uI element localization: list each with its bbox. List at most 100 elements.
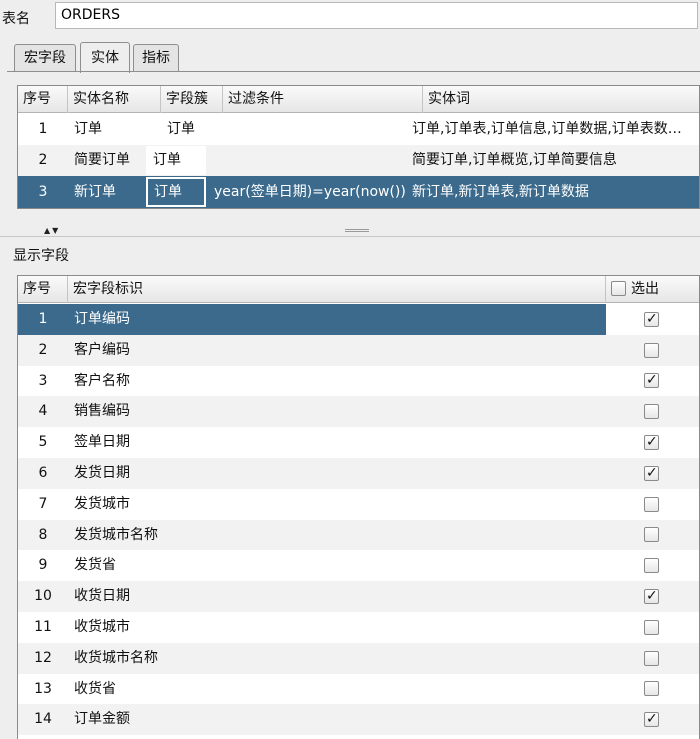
row-field-name: 收货省 (74, 680, 116, 697)
check-icon: ✓ (646, 588, 658, 605)
tab-entity[interactable]: 实体 (80, 42, 130, 73)
row-field-name: 收货城市 (74, 619, 130, 635)
row-entity-words: 简要订单,订单概览,订单简要信息 (412, 152, 617, 168)
table-row[interactable]: 7 发货城市 (18, 489, 699, 520)
row-seq: 1 (18, 304, 68, 335)
col-select-out[interactable]: 选出 (606, 276, 699, 303)
row-field-name: 发货城市 (74, 495, 130, 512)
row-field-name: 发货城市名称 (74, 526, 158, 543)
check-icon: ✓ (646, 464, 658, 481)
row-field-name: 销售编码 (74, 403, 130, 420)
entity-table-header: 序号 实体名称 字段簇 过滤条件 实体词 (18, 86, 699, 113)
checkbox-checked[interactable]: ✓ (644, 372, 659, 389)
row-field-name: 发货日期 (74, 465, 130, 481)
row-seq: 5 (38, 434, 48, 451)
display-fields-header: 序号 宏字段标识 选出 (18, 276, 699, 303)
table-row[interactable]: 11 收货城市 (18, 612, 699, 643)
tab-metrics[interactable]: 指标 (133, 44, 179, 72)
table-row[interactable]: 5 签单日期 ✓ (18, 427, 699, 458)
row-seq: 9 (38, 557, 48, 574)
table-row[interactable]: 2 客户编码 (18, 334, 699, 366)
collapse-arrows-icon[interactable]: ▲▼ (44, 226, 60, 235)
checkbox-unchecked[interactable] (644, 681, 659, 697)
checkbox-unchecked[interactable] (644, 650, 659, 666)
col-filter[interactable]: 过滤条件 (223, 86, 423, 113)
table-name-label: 表名 (2, 11, 30, 27)
checkbox-unchecked[interactable] (644, 527, 659, 543)
col-field-group[interactable]: 字段簇 (161, 86, 223, 113)
row-seq: 12 (34, 649, 52, 666)
select-all-checkbox[interactable] (611, 281, 626, 296)
table-row[interactable]: 13 收货省 (18, 674, 699, 705)
checkbox-checked[interactable]: ✓ (644, 310, 659, 327)
row-seq: 2 (38, 341, 48, 358)
row-field-name: 订单编码 (68, 304, 606, 335)
splitter-line (0, 236, 700, 237)
row-seq: 6 (38, 465, 48, 481)
table-row[interactable]: 8 发货城市名称 (18, 519, 699, 551)
tab-panel-border (7, 71, 700, 72)
row-entity-name: 订单 (74, 121, 102, 137)
col-seq[interactable]: 序号 (18, 86, 68, 113)
table-name-input[interactable]: ORDERS (55, 2, 698, 29)
row-entity-name: 新订单 (74, 184, 116, 200)
checkbox-checked[interactable]: ✓ (644, 588, 659, 605)
table-row[interactable]: 3 客户名称 ✓ (18, 366, 699, 397)
row-field-name: 订单金额 (74, 711, 130, 728)
checkbox-unchecked[interactable] (644, 496, 659, 512)
table-row[interactable]: 14 订单金额 ✓ (18, 704, 699, 736)
row-seq: 7 (38, 495, 48, 512)
display-fields-table: 序号 宏字段标识 选出 1 订单编码 ✓ 2 客户编码 3 客户名称 ✓ 4 销售编码 5 签单日期 ✓… (17, 275, 700, 739)
row-field-group: 订单 (146, 146, 206, 175)
check-icon: ✓ (646, 434, 658, 451)
col-macro-field-id[interactable]: 宏字段标识 (68, 276, 606, 303)
col-seq[interactable]: 序号 (18, 276, 68, 303)
table-row-selected[interactable]: 1 订单编码 ✓ (18, 304, 699, 335)
table-row[interactable]: 12 收货城市名称 (18, 642, 699, 674)
col-select-out-label: 选出 (631, 281, 659, 297)
tab-macro-fields[interactable]: 宏字段 (14, 44, 76, 72)
check-icon: ✓ (646, 372, 658, 389)
splitter-grip-icon[interactable] (345, 229, 369, 232)
row-seq: 14 (34, 711, 52, 728)
checkbox-unchecked[interactable] (644, 404, 659, 420)
row-seq: 13 (34, 680, 52, 697)
row-filter (223, 114, 423, 145)
display-fields-label: 显示字段 (13, 248, 69, 264)
checkbox-unchecked[interactable] (644, 619, 659, 635)
row-seq: 1 (38, 121, 48, 137)
row-field-name: 收货日期 (74, 588, 130, 605)
row-seq: 3 (38, 372, 48, 389)
table-row-selected[interactable]: 3 新订单 订单 year(签单日期)=year(now()) 新订单,新订单表… (18, 176, 699, 208)
row-seq: 11 (34, 619, 52, 635)
col-entity-name[interactable]: 实体名称 (68, 86, 161, 113)
row-field-name: 发货省 (74, 557, 116, 574)
pane-splitter[interactable]: ▲▼ (0, 224, 700, 238)
table-row[interactable]: 1 订单 订单 订单,订单表,订单信息,订单数据,订单表数… (18, 114, 699, 145)
table-row[interactable]: 2 简要订单 订单 简要订单,订单概览,订单简要信息 (18, 145, 699, 176)
checkbox-checked[interactable]: ✓ (644, 464, 659, 481)
table-row[interactable]: 10 收货日期 ✓ (18, 581, 699, 612)
row-entity-words: 订单,订单表,订单信息,订单数据,订单表数… (412, 121, 682, 137)
col-entity-words[interactable]: 实体词 (423, 86, 699, 113)
row-field-name: 收货城市名称 (74, 649, 158, 666)
row-seq: 8 (38, 526, 48, 543)
row-seq: 2 (38, 152, 48, 168)
table-row[interactable]: 9 发货省 (18, 550, 699, 581)
checkbox-checked[interactable]: ✓ (644, 711, 659, 728)
row-seq: 3 (38, 184, 48, 200)
check-icon: ✓ (646, 711, 658, 728)
checkbox-checked[interactable]: ✓ (644, 434, 659, 451)
check-icon: ✓ (646, 310, 658, 327)
entity-table: 序号 实体名称 字段簇 过滤条件 实体词 1 订单 订单 订单,订单表,订单信息… (17, 85, 700, 209)
table-row[interactable]: 6 发货日期 ✓ (18, 458, 699, 489)
row-seq: 10 (34, 588, 52, 605)
table-name-row: 表名 ORDERS (0, 0, 700, 34)
checkbox-unchecked[interactable] (644, 342, 659, 358)
table-row[interactable]: 4 销售编码 (18, 396, 699, 428)
row-field-name: 客户编码 (74, 341, 130, 358)
row-field-group: 订单 (146, 177, 206, 207)
row-filter: year(签单日期)=year(now()) (214, 184, 406, 200)
row-field-name: 客户名称 (74, 372, 130, 389)
checkbox-unchecked[interactable] (644, 558, 659, 574)
